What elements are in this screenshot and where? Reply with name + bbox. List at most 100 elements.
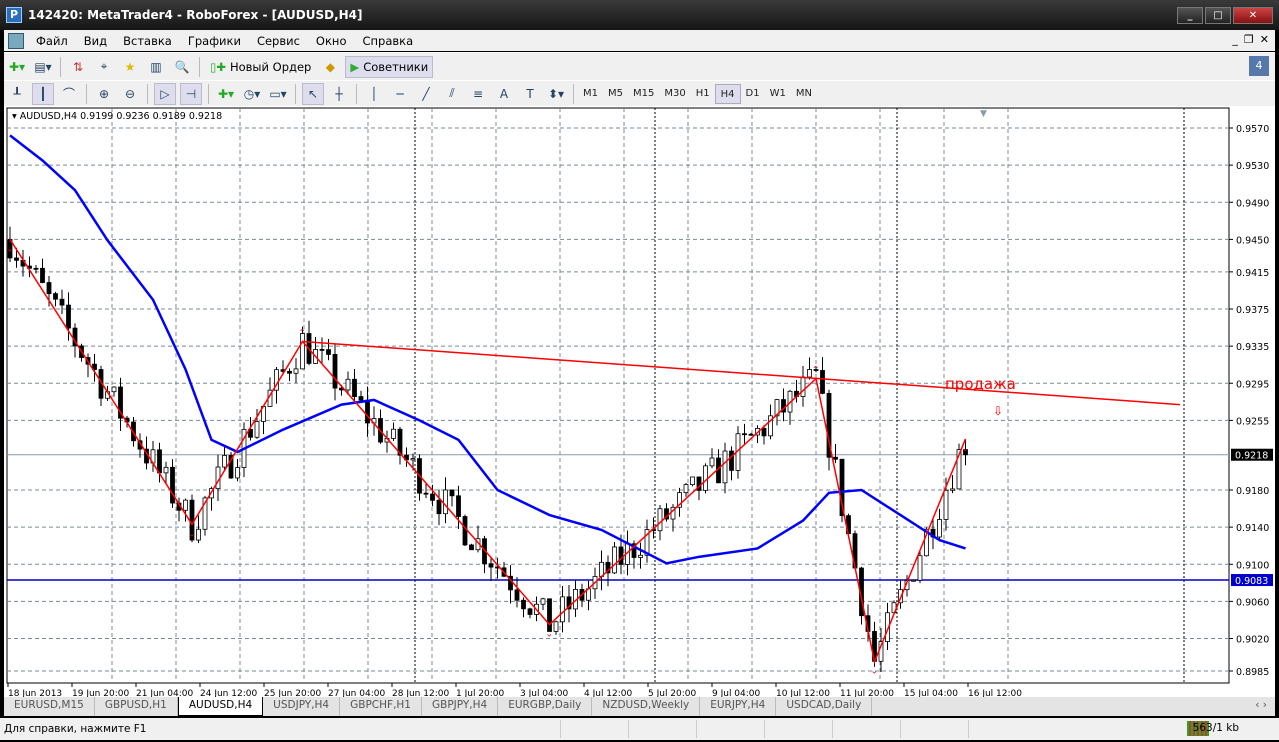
- candle: [326, 349, 331, 355]
- time-label: 24 Jun 12:00: [200, 689, 257, 697]
- chart-window[interactable]: 0.9570 0.9530 0.9490 0.9450 0.9415 0.9375 0.93…: [4, 106, 1275, 697]
- tab-scroll-arrows[interactable]: ‹ ›: [1247, 697, 1275, 716]
- close-button[interactable]: ✕: [1233, 7, 1273, 24]
- timeframe-w1[interactable]: W1: [765, 84, 791, 104]
- candle: [807, 369, 812, 378]
- menu-tools[interactable]: Сервис: [249, 34, 308, 48]
- down-arrow-icon[interactable]: ⇩: [993, 404, 1003, 418]
- arrows-icon[interactable]: ⬍▾: [545, 83, 567, 105]
- price-label: 0.9415: [1236, 268, 1269, 279]
- sell-annotation[interactable]: продажа: [945, 375, 1016, 393]
- price-label: 0.9295: [1236, 379, 1269, 390]
- equidistant-channel-icon[interactable]: ⫽: [441, 83, 463, 105]
- menu-help[interactable]: Справка: [354, 34, 421, 48]
- candle: [391, 428, 396, 439]
- timeframe-m5[interactable]: M5: [603, 84, 628, 104]
- navigator-icon[interactable]: ★: [119, 56, 141, 78]
- title-bar: P 142420: MetaTrader4 - RoboForex - [AUD…: [0, 0, 1279, 30]
- zoom-out-icon[interactable]: ⊖: [119, 83, 141, 105]
- price-chart[interactable]: 0.9570 0.9530 0.9490 0.9450 0.9415 0.9375 0.93…: [4, 106, 1275, 697]
- candle: [521, 599, 526, 610]
- chart-tab[interactable]: AUDUSD,H4: [177, 697, 264, 716]
- new-order-button[interactable]: ▯✚ Новый Ордер: [206, 56, 315, 78]
- new-chart-icon[interactable]: ✚▾: [6, 56, 28, 78]
- templates-icon[interactable]: ▭▾: [267, 83, 289, 105]
- price-label: 0.9375: [1236, 305, 1269, 316]
- chart-tab[interactable]: GBPJPY,H4: [422, 697, 499, 716]
- text-label-icon[interactable]: T: [519, 83, 541, 105]
- notifications-button[interactable]: 4: [1249, 56, 1269, 76]
- menu-view[interactable]: Вид: [76, 34, 115, 48]
- terminal-icon[interactable]: ▥: [145, 56, 167, 78]
- hline-price-label: 0.9083: [1235, 576, 1268, 587]
- candle: [514, 589, 520, 601]
- chart-tabs: EURUSD,M15 GBPUSD,H1 AUDUSD,H4 USDJPY,H4 GBP…: [4, 697, 1275, 716]
- crosshair-data-window-icon[interactable]: ⌖: [93, 56, 115, 78]
- candle: [742, 433, 747, 436]
- chart-tab[interactable]: USDJPY,H4: [263, 697, 341, 716]
- candle: [183, 499, 188, 511]
- crosshair-icon[interactable]: ┼: [328, 83, 350, 105]
- menu-window[interactable]: Окно: [308, 34, 355, 48]
- trendline-icon[interactable]: ╱: [415, 83, 437, 105]
- candle: [820, 370, 825, 394]
- metaeditor-icon[interactable]: ◆: [319, 56, 341, 78]
- chart-tab[interactable]: NZDUSD,Weekly: [592, 697, 701, 716]
- indicators-icon[interactable]: ✚▾: [215, 83, 237, 105]
- price-label: 0.9100: [1236, 560, 1269, 571]
- text-icon[interactable]: A: [493, 83, 515, 105]
- chart-shift-icon[interactable]: ⊣: [180, 82, 202, 105]
- chart-tab[interactable]: EURGBP,Daily: [498, 697, 593, 716]
- timeframe-h4[interactable]: H4: [714, 83, 741, 104]
- candle: [423, 492, 429, 495]
- mdi-close-button[interactable]: ✕: [1260, 33, 1269, 46]
- chart-tab[interactable]: GBPCHF,H1: [340, 697, 422, 716]
- candle: [430, 493, 435, 501]
- cursor-icon[interactable]: ↖: [302, 82, 324, 105]
- candle: [287, 370, 292, 374]
- timeframe-mn[interactable]: MN: [791, 84, 817, 104]
- chart-shift-marker-icon[interactable]: ▼: [980, 109, 987, 119]
- horizontal-line-icon[interactable]: ─: [389, 83, 411, 105]
- bar-chart-icon[interactable]: ┸: [6, 83, 28, 105]
- price-label: 0.9060: [1236, 597, 1269, 608]
- minimize-button[interactable]: _: [1177, 7, 1203, 24]
- zoom-in-icon[interactable]: ⊕: [93, 83, 115, 105]
- market-watch-icon[interactable]: ⇅: [67, 56, 89, 78]
- mdi-restore-button[interactable]: ❐: [1244, 33, 1254, 46]
- timeframe-m30[interactable]: M30: [659, 84, 690, 104]
- fibonacci-icon[interactable]: ≡: [467, 83, 489, 105]
- menu-insert[interactable]: Вставка: [115, 34, 180, 48]
- candle: [833, 456, 838, 460]
- vertical-line-icon[interactable]: │: [363, 83, 385, 105]
- auto-scroll-icon[interactable]: ▷: [154, 82, 176, 105]
- experts-icon: ▶: [350, 59, 360, 74]
- timeframe-m1[interactable]: M1: [578, 84, 603, 104]
- candle: [300, 333, 305, 370]
- chart-tab[interactable]: EURJPY,H4: [700, 697, 777, 716]
- chart-tab[interactable]: USDCAD,Daily: [776, 697, 873, 716]
- candle: [443, 489, 448, 515]
- candle: [937, 519, 942, 538]
- time-label: 3 Jul 04:00: [520, 689, 569, 697]
- profiles-icon[interactable]: ▤▾: [32, 56, 54, 78]
- menu-file[interactable]: Файл: [28, 34, 76, 48]
- strategy-tester-icon[interactable]: 🔍: [171, 56, 193, 78]
- candle: [40, 267, 45, 283]
- chart-tab[interactable]: EURUSD,M15: [4, 697, 95, 716]
- chart-window-icon[interactable]: [8, 32, 24, 49]
- periods-icon[interactable]: ◷▾: [241, 83, 263, 105]
- chart-tab[interactable]: GBPUSD,H1: [95, 697, 178, 716]
- maximize-button[interactable]: □: [1205, 7, 1231, 24]
- line-chart-icon[interactable]: ⌒: [58, 83, 80, 105]
- timeframe-h1[interactable]: H1: [691, 84, 715, 104]
- candlestick-icon[interactable]: ┃: [32, 82, 54, 105]
- mdi-minimize-button[interactable]: _: [1232, 33, 1238, 46]
- experts-button[interactable]: ▶ Советники: [345, 55, 434, 78]
- fractal-arrow-icon: ⌄: [962, 444, 970, 454]
- time-label: 11 Jul 20:00: [840, 689, 894, 697]
- timeframe-d1[interactable]: D1: [741, 84, 765, 104]
- fractal-arrow-icon: ⌄: [546, 630, 554, 640]
- timeframe-m15[interactable]: M15: [628, 84, 659, 104]
- menu-charts[interactable]: Графики: [180, 34, 249, 48]
